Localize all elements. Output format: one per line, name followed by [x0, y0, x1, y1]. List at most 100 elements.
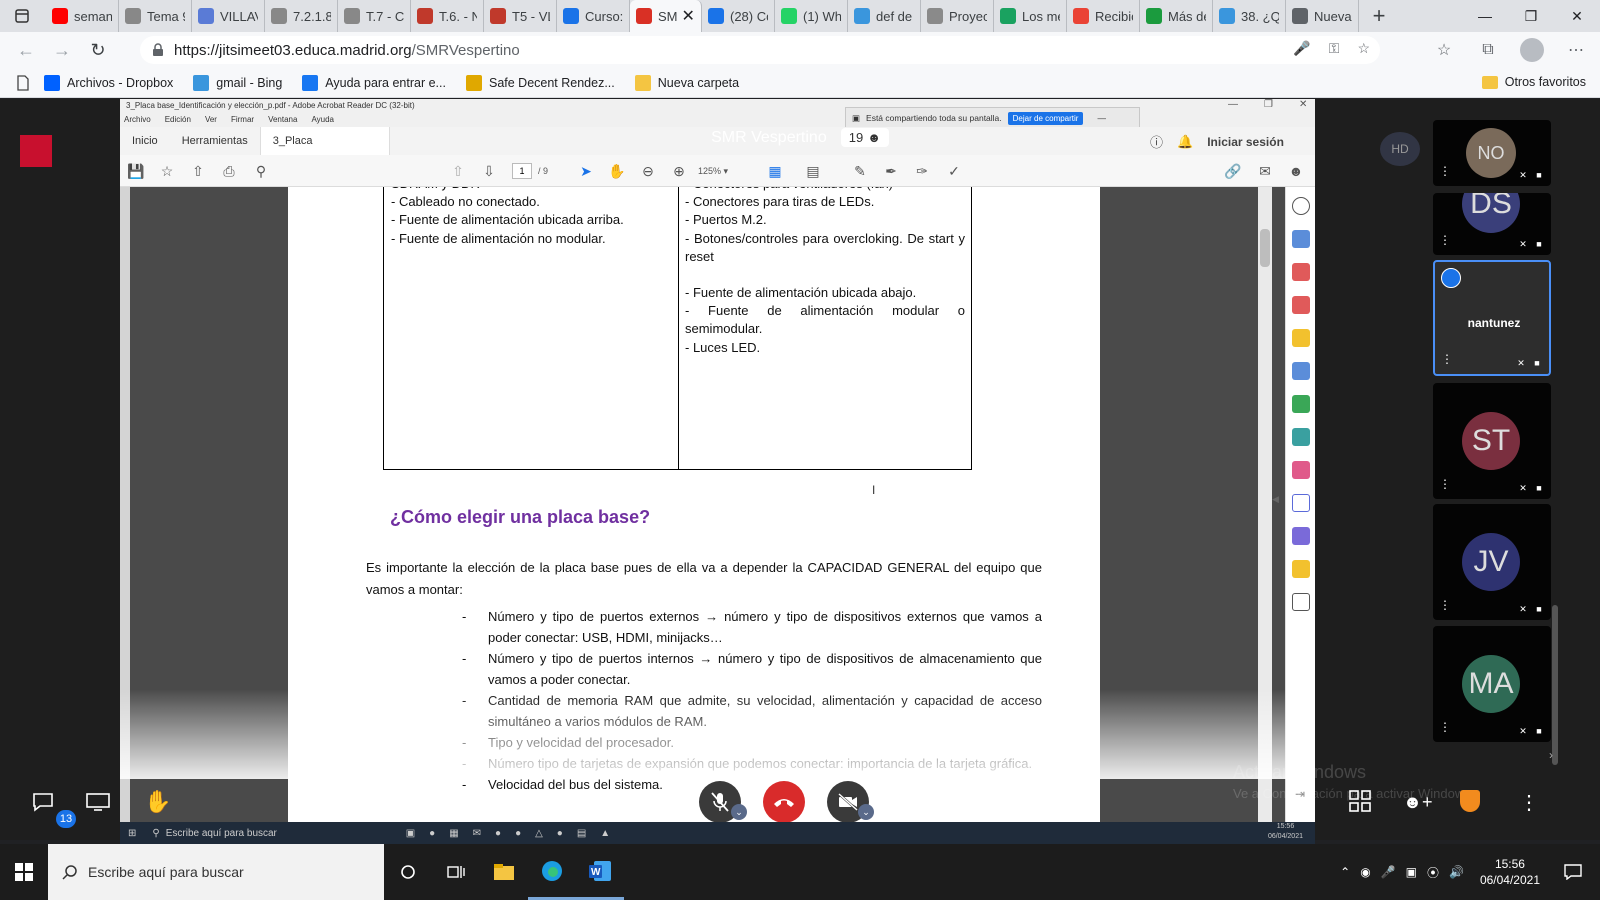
protect-icon[interactable] — [1292, 494, 1310, 512]
other-favorites-folder[interactable]: Otros favoritos — [1481, 75, 1586, 89]
organize-pages-icon[interactable] — [1292, 395, 1310, 413]
browser-tab[interactable]: SM ✕ — [630, 0, 702, 32]
taskbar-clock[interactable]: 15:56 06/04/2021 — [1480, 856, 1540, 888]
taskbar-search-box[interactable]: Escribe aquí para buscar — [48, 844, 384, 900]
favorites-icon[interactable]: ☆ — [1430, 36, 1458, 64]
word-icon[interactable]: W — [576, 844, 624, 900]
highlight-icon[interactable]: ✒ — [881, 161, 901, 181]
tile-view-icon[interactable] — [1349, 790, 1371, 812]
add-favorite-icon[interactable]: ☆ — [1357, 40, 1370, 57]
more-tools-icon[interactable] — [1292, 593, 1310, 611]
participant-tile[interactable]: NO ⋮ ✕ ■ — [1433, 120, 1551, 186]
notifications-icon[interactable] — [1564, 864, 1582, 880]
chat-icon[interactable] — [32, 792, 54, 812]
scroll-mode-icon[interactable]: ▤ — [803, 161, 823, 181]
more-actions-icon[interactable]: ⋮ — [1519, 790, 1539, 815]
acrobat-menu-item[interactable]: Ventana — [268, 113, 297, 127]
combine-files-icon[interactable] — [1292, 362, 1310, 380]
collections-icon[interactable]: ⧉ — [1474, 36, 1502, 64]
participant-tile[interactable]: DS ⋮ ✕ ■ — [1433, 193, 1551, 255]
search-icon[interactable]: ⚲ — [251, 161, 271, 181]
tile-menu-icon[interactable]: ⋮ — [1439, 720, 1451, 734]
share-link-icon[interactable]: 🔗 — [1223, 161, 1243, 181]
audio-settings-chevron-icon[interactable]: ⌄ — [731, 804, 747, 820]
hand-tool-icon[interactable]: ✋ — [607, 161, 627, 181]
participant-tile[interactable]: nantunez ⋮ ✕ ■ — [1433, 260, 1551, 376]
minimize-button[interactable]: — — [1462, 0, 1508, 32]
file-explorer-icon[interactable] — [480, 844, 528, 900]
acrobat-restore-icon[interactable]: ❐ — [1264, 99, 1273, 110]
self-avatar[interactable]: HD — [1380, 132, 1420, 166]
acrobat-tab-document[interactable]: 3_Placa base_Identi... × — [259, 127, 390, 175]
tile-menu-icon[interactable]: ⋮ — [1439, 477, 1451, 491]
bookmark-item[interactable]: Ayuda para entrar e... — [302, 74, 446, 91]
comment-icon[interactable]: ✎ — [850, 161, 870, 181]
security-shield-icon[interactable] — [1460, 790, 1480, 812]
browser-tab[interactable]: VILLAV — [192, 0, 265, 32]
close-tab-icon[interactable]: ✕ — [682, 6, 695, 26]
browser-tab[interactable]: Más de — [1140, 0, 1213, 32]
bookmark-item[interactable]: Safe Decent Rendez... — [465, 74, 615, 91]
new-tab-button[interactable]: + — [1363, 0, 1395, 32]
notifications-bell-icon[interactable]: 🔔 — [1177, 134, 1193, 150]
browser-tab[interactable]: (1) Wh — [775, 0, 848, 32]
browser-tab[interactable]: 7.2.1.8 — [265, 0, 338, 32]
webcam-icon[interactable]: ◉ — [1360, 865, 1370, 879]
browser-tab[interactable]: def de — [848, 0, 921, 32]
stop-sharing-button[interactable]: Dejar de compartir — [1007, 111, 1084, 125]
hangup-button[interactable] — [763, 781, 805, 823]
zoom-in-icon[interactable]: ⊕ — [669, 161, 689, 181]
forward-arrow-icon[interactable]: → — [44, 32, 80, 68]
create-pdf-icon[interactable] — [1292, 230, 1310, 248]
filmstrip-scrollbar[interactable] — [1552, 605, 1558, 765]
acrobat-menu-item[interactable]: Ver — [205, 113, 217, 127]
network-icon[interactable]: ▣ — [1406, 865, 1417, 879]
acrobat-menu-item[interactable]: Edición — [165, 113, 191, 127]
show-hidden-icons-icon[interactable]: ⌃ — [1340, 865, 1350, 879]
zoom-select[interactable]: 125% ▾ — [698, 163, 746, 179]
browser-tab[interactable]: (28) Cc — [702, 0, 775, 32]
browser-tab[interactable]: T.6. - N — [411, 0, 484, 32]
wifi-icon[interactable]: ⦿ — [1427, 864, 1439, 881]
minimize-notice-icon[interactable]: — — [1097, 113, 1106, 123]
filmstrip-toggle-icon[interactable]: › — [1549, 748, 1553, 762]
microphone-icon[interactable]: 🎤 — [1293, 40, 1310, 57]
sign-in-button[interactable]: Iniciar sesión — [1207, 135, 1284, 149]
scan-icon[interactable] — [1292, 428, 1310, 446]
close-window-button[interactable]: ✕ — [1554, 0, 1600, 32]
invite-people-icon[interactable]: ☻+ — [1403, 792, 1432, 813]
reading-list-icon[interactable] — [16, 74, 30, 91]
address-bar[interactable]: https://jitsimeet03.educa.madrid.org/SMR… — [140, 36, 1380, 64]
participant-tile[interactable]: JV ⋮ ✕ ■ — [1433, 504, 1551, 620]
collapse-sidebar-icon[interactable]: ◀ — [1272, 494, 1279, 505]
profile-avatar[interactable] — [1518, 36, 1546, 64]
reload-icon[interactable]: ↻ — [80, 32, 116, 68]
zoom-out-icon[interactable]: ⊖ — [638, 161, 658, 181]
tile-menu-icon[interactable]: ⋮ — [1439, 598, 1451, 612]
fit-page-icon[interactable]: ▦ — [765, 161, 785, 181]
browser-tab[interactable]: T5 - VL — [484, 0, 557, 32]
volume-icon[interactable]: 🔊 — [1449, 865, 1464, 879]
participant-tile[interactable]: MA ⋮ ✕ ■ — [1433, 626, 1551, 742]
browser-tab[interactable]: Recibic — [1067, 0, 1140, 32]
edit-pdf-icon[interactable] — [1292, 263, 1310, 281]
acrobat-close-icon[interactable]: ✕ — [1299, 99, 1307, 110]
acrobat-minimize-icon[interactable]: — — [1228, 99, 1238, 110]
add-user-icon[interactable]: ☻ — [1286, 161, 1306, 181]
browser-tab[interactable]: Nueva — [1286, 0, 1359, 32]
participant-tile[interactable]: ST ⋮ ✕ ■ — [1433, 383, 1551, 499]
save-icon[interactable]: 💾 — [126, 161, 146, 181]
restore-button[interactable]: ❐ — [1508, 0, 1554, 32]
screen-share-icon[interactable] — [86, 793, 110, 811]
print-icon[interactable]: ⎙ — [219, 161, 239, 181]
back-arrow-icon[interactable]: ← — [8, 32, 44, 68]
page-number-input[interactable]: 1 — [512, 163, 532, 179]
acrobat-menu-item[interactable]: Ayuda — [311, 113, 334, 127]
page-up-icon[interactable]: ⇧ — [448, 161, 468, 181]
request-signature-icon[interactable] — [1292, 527, 1310, 545]
tile-menu-icon[interactable]: ⋮ — [1439, 233, 1451, 247]
cortana-icon[interactable] — [384, 844, 432, 900]
acrobat-menu-item[interactable]: Archivo — [124, 113, 151, 127]
select-cursor-icon[interactable]: ➤ — [576, 161, 596, 181]
more-options-icon[interactable]: ⋯ — [1562, 36, 1590, 64]
